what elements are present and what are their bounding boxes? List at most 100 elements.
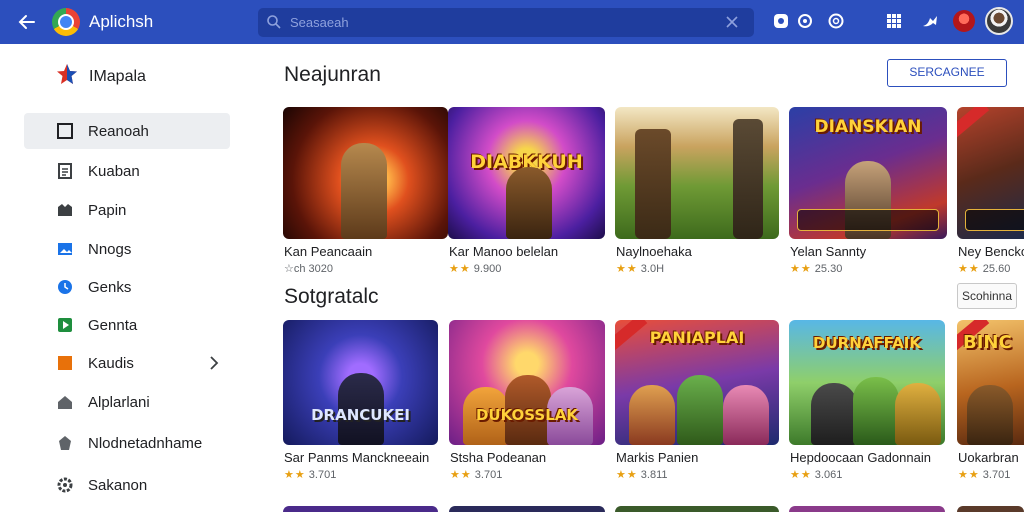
game-rating: ★★ 9.900 <box>449 263 502 275</box>
sidebar-item-label: Genks <box>88 279 132 296</box>
star-rating-icon: ★★ <box>450 469 472 481</box>
game-rating: ★★ 3.811 <box>616 469 668 481</box>
home-icon <box>58 396 72 409</box>
star-rating-icon: ★★ <box>616 469 638 481</box>
chevron-right-icon[interactable] <box>207 355 221 371</box>
sidebar-item-nnogs[interactable]: Nnogs <box>24 231 230 267</box>
search-bar[interactable] <box>258 8 754 37</box>
game-logo-text: DUKOSSLAK <box>475 406 579 424</box>
see-all-button[interactable]: Scohinna <box>957 283 1017 309</box>
section-title: Neajunran <box>284 63 381 86</box>
sidebar-brand: IMapalа <box>89 68 146 85</box>
game-rating: ★★ 3.701 <box>284 469 337 481</box>
sidebar-item-label: Gennta <box>88 317 138 334</box>
sidebar-item-label: Kaudis <box>88 355 134 372</box>
close-icon[interactable] <box>725 15 739 29</box>
game-title: Ney Bencko <box>958 244 1024 259</box>
game-rating: ★★ 3.0H <box>616 263 665 275</box>
game-title: Uokarbran <box>958 450 1019 465</box>
apps-grid-icon[interactable] <box>885 12 903 30</box>
send-icon[interactable] <box>921 12 939 30</box>
star-rating-icon: ★★ <box>958 263 980 275</box>
notification-avatar[interactable] <box>953 10 975 32</box>
app-title: Aplichsh <box>89 12 154 31</box>
sidebar-item-label: Kuaban <box>88 163 140 180</box>
sidebar-item-label: Nnogs <box>88 241 132 258</box>
game-rating: ★★ 3.061 <box>790 469 843 481</box>
sidebar-item-label: Papin <box>88 202 127 219</box>
game-thumbnail: DIABKKUH <box>448 107 605 239</box>
game-thumbnail: PANIAPLAI <box>615 320 779 445</box>
document-icon <box>58 163 72 179</box>
game-card-partial[interactable] <box>283 506 438 512</box>
image-icon <box>58 243 72 255</box>
sidebar-item-nlodnetadnhame[interactable]: Nlodnetadnhame <box>24 425 230 461</box>
game-title: Kar Manoo belelan <box>449 244 559 259</box>
game-thumbnail: DURNAFFAIK <box>789 320 945 445</box>
game-logo-text: PANIAPLAI <box>649 328 745 347</box>
star-rating-icon: ★★ <box>449 263 471 275</box>
game-title: Yelan Sannty <box>790 244 867 259</box>
game-logo-text: DIANSKIAN <box>814 117 922 137</box>
game-logo-text: BINC <box>963 332 1012 353</box>
game-rating: ★★ 25.60 <box>958 263 1011 275</box>
game-card-partial[interactable] <box>615 506 779 512</box>
sidebar-item-gennta[interactable]: Gennta <box>24 307 230 343</box>
sidebar-item-sakanon[interactable]: Sakanon <box>24 467 230 503</box>
game-title: Hepdoocaan Gadonnain <box>790 450 931 465</box>
square-icon <box>57 123 73 139</box>
sidebar-item-reanoah[interactable]: Reanoah <box>24 113 230 149</box>
game-thumbnail <box>283 107 448 239</box>
sidebar-item-kaudis[interactable]: Kaudis <box>24 345 230 381</box>
top-app-bar: Aplichsh <box>0 0 1024 44</box>
sidebar-item-papin[interactable]: Papin <box>24 192 230 228</box>
game-title: Naylnoehaka <box>616 244 692 259</box>
game-thumbnail: BINC <box>957 320 1024 445</box>
search-input[interactable] <box>290 12 710 33</box>
sidebar-item-label: Sakanon <box>88 477 148 494</box>
game-title: Markis Panien <box>616 450 699 465</box>
game-thumbnail: DUKOSSLAK <box>449 320 605 445</box>
star-rating-icon: ★★ <box>284 469 306 481</box>
game-thumbnail: DIANSKIAN <box>789 107 947 239</box>
sidebar-item-kuaban[interactable]: Kuaban <box>24 153 230 189</box>
star-logo-icon <box>57 64 77 84</box>
sidebar: IMapalа Reanoah Kuaban Papin Nnogs Genks… <box>0 44 250 512</box>
back-arrow-icon[interactable] <box>14 9 40 35</box>
see-more-button[interactable]: SERCAGNEE <box>887 59 1007 87</box>
settings-icon[interactable] <box>796 12 814 30</box>
sidebar-item-label: Alplarlani <box>88 394 150 411</box>
inbox-icon <box>58 204 72 216</box>
star-rating-icon: ★★ <box>790 263 812 275</box>
star-rating-icon: ★★ <box>958 469 980 481</box>
game-title: Stsha Podeanan <box>450 450 547 465</box>
account-icon[interactable] <box>827 12 845 30</box>
play-icon <box>58 318 72 332</box>
game-card-partial[interactable] <box>789 506 945 512</box>
section-title: Sotgratalc <box>284 285 379 308</box>
game-rating: ★★ 3.701 <box>958 469 1011 481</box>
orange-square-icon <box>58 356 72 370</box>
game-thumbnail <box>957 107 1024 239</box>
game-title: Sar Panms Manckneeain <box>284 450 430 465</box>
game-card-partial[interactable] <box>449 506 605 512</box>
game-thumbnail <box>615 107 779 239</box>
search-icon <box>267 15 281 29</box>
sidebar-item-genks[interactable]: Genks <box>24 269 230 305</box>
sidebar-item-label: Reanoah <box>88 123 149 140</box>
circle-icon <box>58 280 72 294</box>
shield-icon <box>59 436 71 450</box>
game-logo-text: DURNAFFAIK <box>813 334 921 352</box>
game-card-partial[interactable] <box>957 506 1024 512</box>
gear-icon <box>57 477 73 493</box>
star-rating-icon: ★★ <box>616 263 638 275</box>
sidebar-item-label: Nlodnetadnhame <box>88 435 203 452</box>
user-avatar[interactable] <box>985 7 1013 35</box>
chrome-logo-icon <box>52 8 80 36</box>
sidebar-item-alplarlani[interactable]: Alplarlani <box>24 384 230 420</box>
share-icon[interactable] <box>772 12 790 30</box>
game-rating: ★★ 3.701 <box>450 469 503 481</box>
game-thumbnail: DRANCUKEI <box>283 320 438 445</box>
game-rating: ☆ch 3020 <box>284 263 334 275</box>
game-rating: ★★ 25.30 <box>790 263 843 275</box>
